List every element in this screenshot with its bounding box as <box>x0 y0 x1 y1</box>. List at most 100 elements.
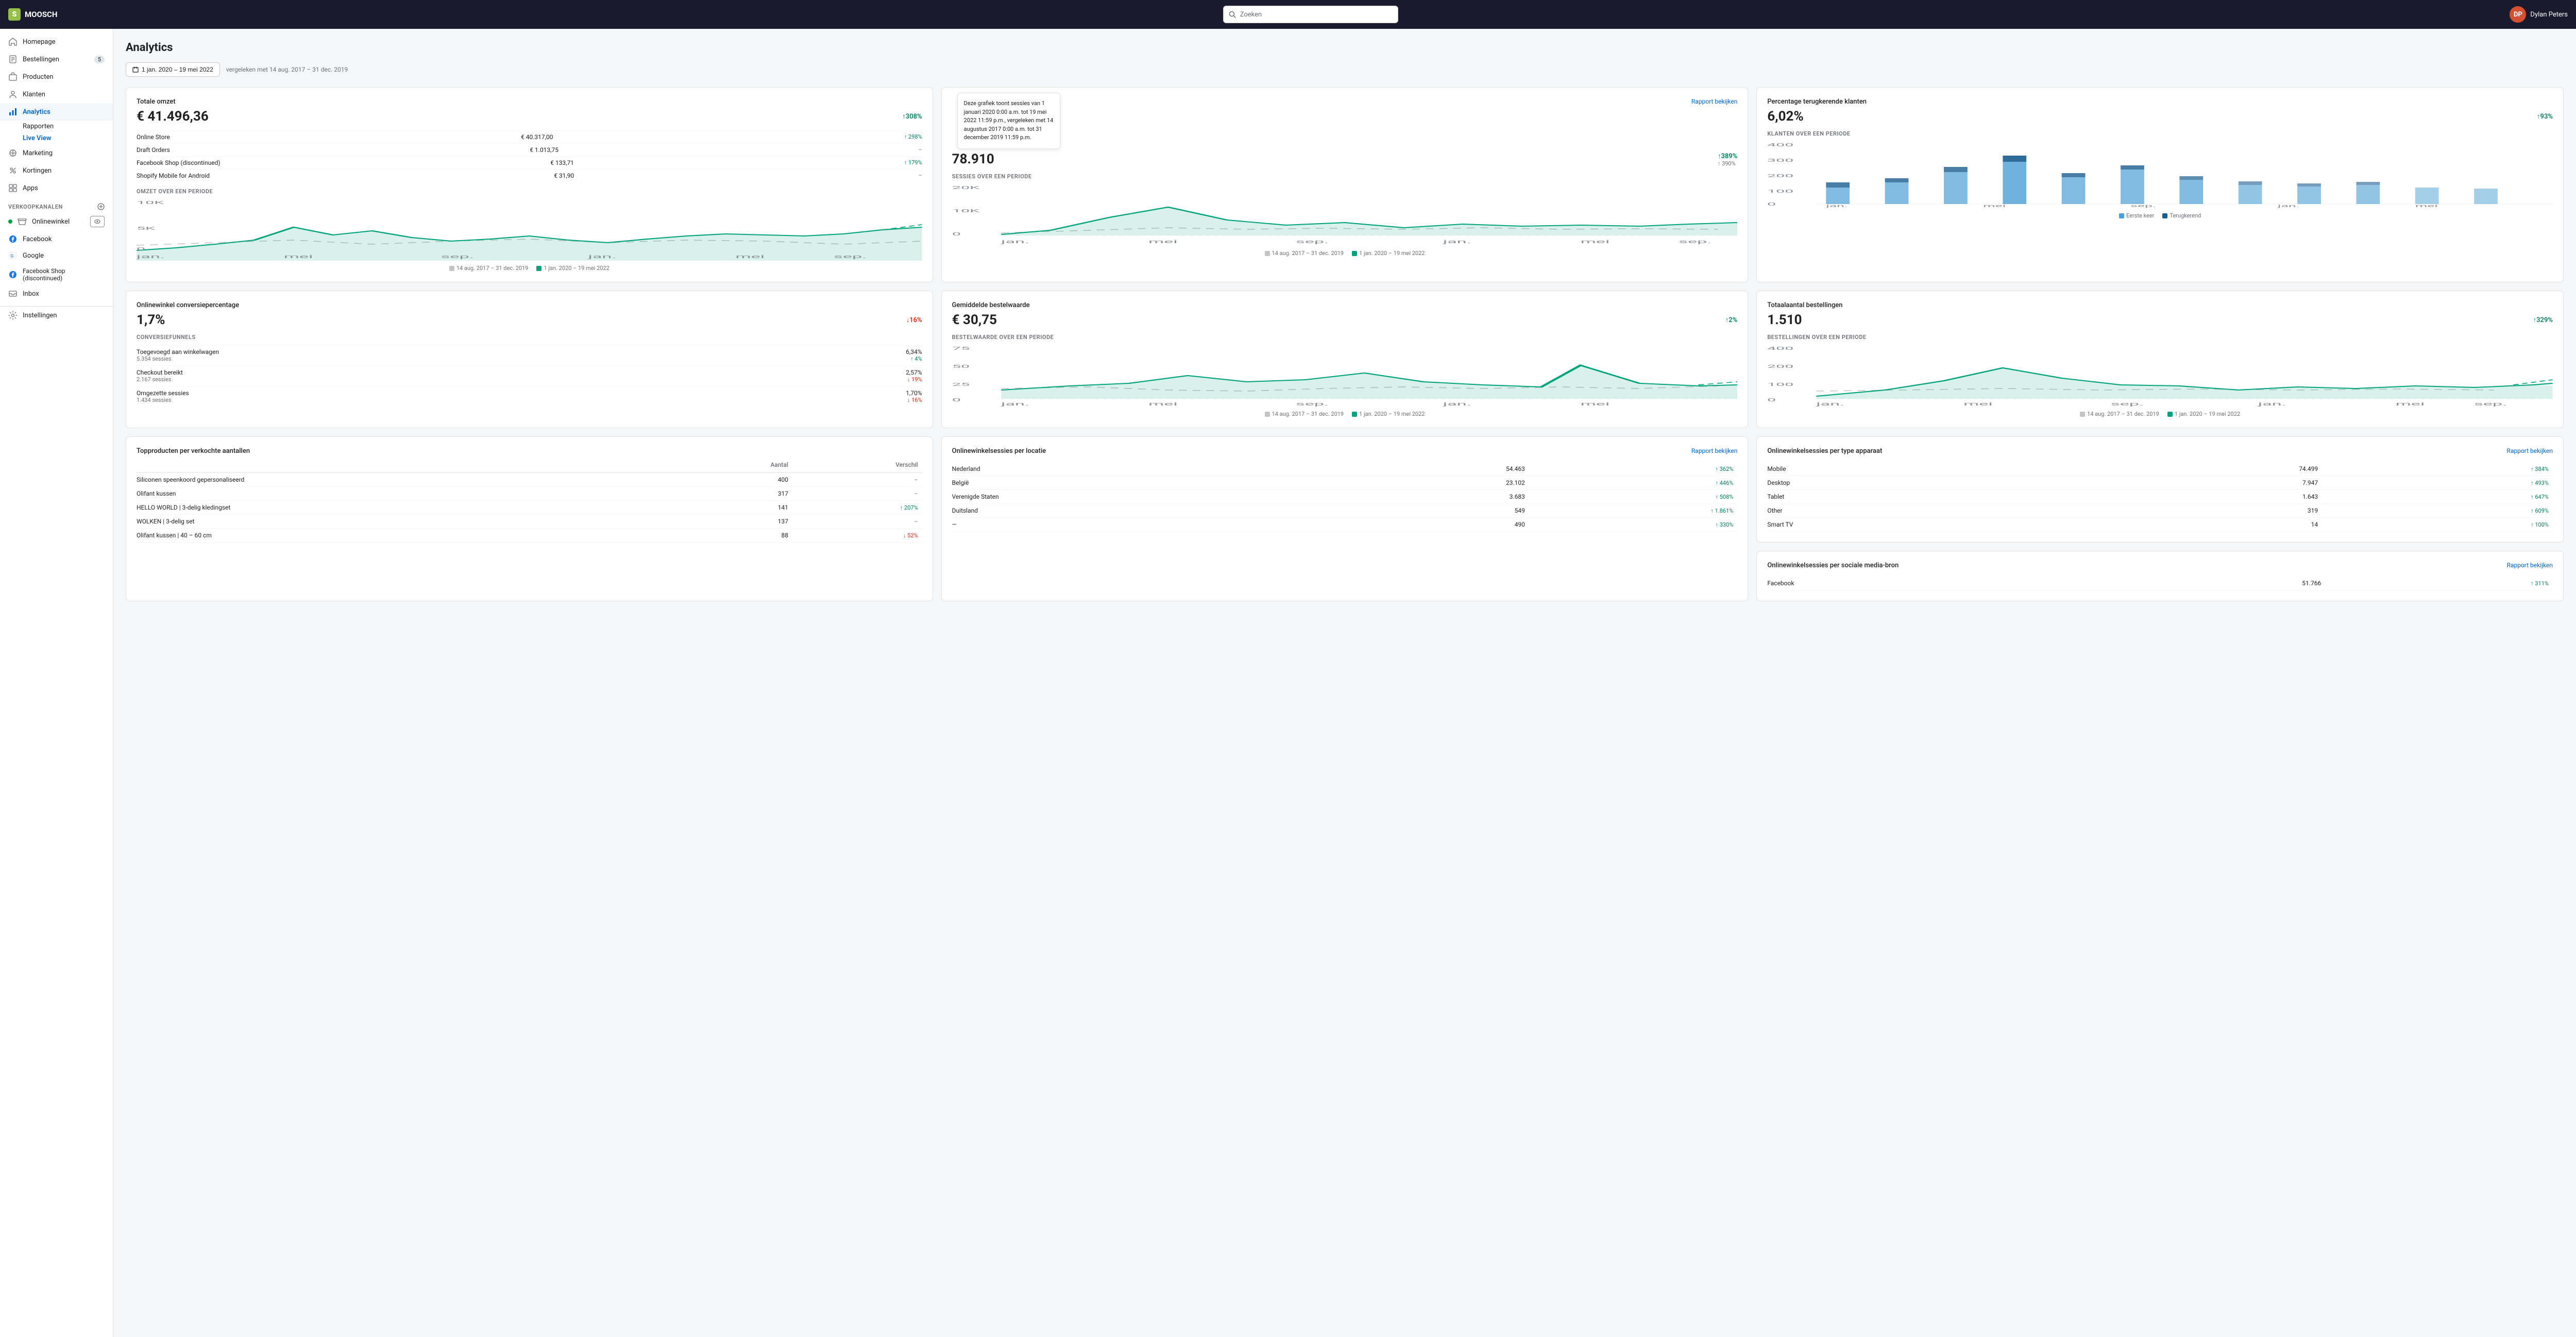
eye-button[interactable] <box>90 216 105 227</box>
table-row: Smart TV 14 ↑ 100% <box>1767 518 2553 532</box>
sessies-tooltip: Deze grafiek toont sessies van 1 januari… <box>957 93 1060 149</box>
section-label-omzet: OMZET OVER EEN PERIODE <box>137 188 922 195</box>
apparaat-report-link[interactable]: Rapport bekijken <box>2507 447 2553 454</box>
table-row: Olifant kussen | 40 – 60 cm 88 ↓ 52% <box>137 529 922 543</box>
svg-text:jan.: jan. <box>1825 204 1848 208</box>
compare-text: vergeleken met 14 aug. 2017 – 31 dec. 20… <box>226 66 348 73</box>
svg-text:100: 100 <box>1767 382 1793 387</box>
card-change-sessies: ↑389% <box>1718 152 1737 160</box>
svg-text:jan.: jan. <box>1816 401 1844 407</box>
date-bar: 1 jan. 2020 – 19 mei 2022 vergeleken met… <box>126 62 2564 77</box>
discounts-icon <box>8 166 18 175</box>
bestellingen-badge: 5 <box>94 56 105 63</box>
sidebar-label-producten: Producten <box>23 73 54 81</box>
sidebar-item-bestellingen[interactable]: Bestellingen 5 <box>0 50 113 68</box>
settings-icon <box>8 311 18 320</box>
svg-text:sep.: sep. <box>1296 401 1329 407</box>
sidebar-label-analytics: Analytics <box>23 108 50 116</box>
svg-text:mei: mei <box>284 254 313 259</box>
svg-text:75: 75 <box>952 346 970 351</box>
card-title-bestelwaarde: Gemiddelde bestelwaarde <box>952 301 1738 309</box>
customers-icon <box>8 90 18 99</box>
date-range-button[interactable]: 1 jan. 2020 – 19 mei 2022 <box>126 62 220 77</box>
card-sessies: Deze grafiek toont sessies van 1 januari… <box>941 87 1749 282</box>
svg-text:G: G <box>11 254 14 259</box>
svg-text:jan.: jan. <box>2258 401 2286 407</box>
sidebar-sub-rapporten[interactable]: Rapporten <box>0 121 113 132</box>
sociaal-table: Facebook 51.766 ↑ 311% <box>1767 577 2553 590</box>
inbox-icon <box>8 289 18 298</box>
sidebar-settings[interactable]: Instellingen <box>0 306 113 324</box>
svg-text:sep.: sep. <box>1679 239 1711 244</box>
section-label-terugkerende: KLANTEN OVER EEN PERIODE <box>1767 130 2553 137</box>
svg-text:100: 100 <box>1767 189 1793 194</box>
chart-bestelwaarde: 75 50 25 0 jan. mei sep. jan. mei <box>952 345 1738 407</box>
card-title-apparaat: Onlinewinkelsessies per type apparaat <box>1767 447 1882 455</box>
svg-text:jan.: jan. <box>1001 239 1029 244</box>
chart-terugkerende: 400 300 200 100 0 <box>1767 141 2553 208</box>
sidebar-inbox[interactable]: Inbox <box>0 285 113 302</box>
chart-bestellingen: 400 200 100 0 jan. mei sep. jan. mei <box>1767 345 2553 407</box>
sidebar-item-klanten[interactable]: Klanten <box>0 86 113 103</box>
card-change-omzet: ↑308% <box>902 112 922 121</box>
search-area: Zoeken <box>111 6 2510 23</box>
card-title-omzet: Totale omzet <box>137 98 922 106</box>
svg-text:mei: mei <box>1984 204 2006 208</box>
table-row: België 23.102 ↑ 446% <box>952 476 1738 490</box>
sidebar-channel-onlinewinkel[interactable]: Onlinewinkel <box>0 212 113 231</box>
apparaat-table: Mobile 74.499 ↑ 384% Desktop 7.947 ↑ 493… <box>1767 462 2553 532</box>
card-title-sociaal: Onlinewinkelsessies per sociale media-br… <box>1767 562 1899 569</box>
chart-legend-omzet: 14 aug. 2017 – 31 dec. 2019 1 jan. 2020 … <box>137 265 922 272</box>
table-row: Tablet 1.643 ↑ 647% <box>1767 490 2553 504</box>
sidebar-label-homepage: Homepage <box>23 38 56 46</box>
locatie-report-link[interactable]: Rapport bekijken <box>1691 447 1737 454</box>
chart-sessies: 20K 10K 0 jan. mei sep. jan. mei sep. <box>952 184 1738 246</box>
table-row: Other 319 ↑ 609% <box>1767 504 2553 518</box>
table-row: — 490 ↑ 330% <box>952 518 1738 532</box>
sessies-report-link[interactable]: Rapport bekijken <box>1691 98 1737 105</box>
table-row: WOLKEN | 3-delig set 137 – <box>137 515 922 529</box>
search-box[interactable]: Zoeken <box>1223 6 1398 23</box>
sidebar-channel-facebookshop[interactable]: Facebook Shop (discontinued) <box>0 264 113 285</box>
search-icon <box>1229 11 1236 18</box>
svg-text:jan.: jan. <box>587 254 616 259</box>
sidebar-sub-liveview[interactable]: Live View <box>0 132 113 144</box>
card-title-locatie: Onlinewinkelsessies per locatie <box>952 447 1046 455</box>
sidebar-item-apps[interactable]: Apps <box>0 179 113 197</box>
channel-label-facebookshop: Facebook Shop (discontinued) <box>23 267 105 282</box>
sidebar-item-producten[interactable]: Producten <box>0 68 113 86</box>
svg-text:sep.: sep. <box>2475 401 2507 407</box>
chart-legend-bestellingen: 14 aug. 2017 – 31 dec. 2019 1 jan. 2020 … <box>1767 411 2553 417</box>
sidebar-item-marketing[interactable]: Marketing <box>0 144 113 162</box>
sidebar-item-homepage[interactable]: Homepage <box>0 33 113 50</box>
svg-text:mei: mei <box>1963 401 1993 407</box>
topproducten-table: Aantal Verschil Siliconen speenkoord gep… <box>137 459 922 543</box>
sidebar-channel-google[interactable]: G Google <box>0 247 113 264</box>
chart-legend-terugkerende: Eerste keer Terugkerend <box>1767 212 2553 219</box>
google-icon: G <box>8 251 18 260</box>
username: Dylan Peters <box>2530 11 2568 19</box>
locatie-table: Nederland 54.463 ↑ 362% België 23.102 ↑ … <box>952 462 1738 532</box>
sidebar-item-analytics[interactable]: Analytics <box>0 103 113 121</box>
user-initials: DP <box>2514 11 2522 19</box>
svg-text:jan.: jan. <box>1442 239 1471 244</box>
facebook-icon <box>8 234 18 244</box>
card-title-terugkerende: Percentage terugkerende klanten <box>1767 98 2553 106</box>
app-logo: S MOOSCH <box>8 8 111 21</box>
funnel-omgezet: Omgezette sessies 1.434 sessies 1,70% ↓ … <box>137 386 922 407</box>
funnel-checkout: Checkout bereikt 2.167 sessies 2,57% ↓ 1… <box>137 365 922 386</box>
sidebar-channel-facebook[interactable]: Facebook <box>0 231 113 247</box>
card-totale-omzet: Totale omzet € 41.496,36 ↑308% Online St… <box>126 87 933 282</box>
sociaal-report-link[interactable]: Rapport bekijken <box>2507 562 2553 569</box>
add-channel-icon[interactable] <box>97 203 105 210</box>
right-column: Onlinewinkelsessies per type apparaat Ra… <box>1756 436 2564 601</box>
card-title-topproducten: Topproducten per verkochte aantallen <box>137 447 922 455</box>
avatar[interactable]: DP <box>2510 6 2526 23</box>
channel-label-onlinewinkel: Onlinewinkel <box>32 218 70 226</box>
svg-text:0: 0 <box>952 398 961 402</box>
main-content: Analytics 1 jan. 2020 – 19 mei 2022 verg… <box>113 29 2576 1337</box>
sidebar-item-kortingen[interactable]: Kortingen <box>0 162 113 179</box>
chart-legend-bestelwaarde: 14 aug. 2017 – 31 dec. 2019 1 jan. 2020 … <box>952 411 1738 417</box>
metric-draft-orders: Draft Orders € 1.013,75 – <box>137 143 922 156</box>
marketing-icon <box>8 148 18 158</box>
